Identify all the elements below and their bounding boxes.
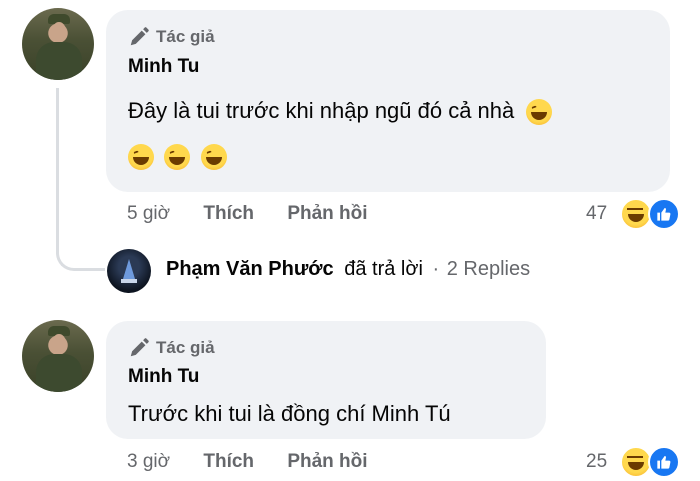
comment-text: Đây là tui trước khi nhập ngũ đó cả nhà [128, 98, 553, 126]
comment-actions: 5 giờ Thích Phản hồi [127, 203, 368, 225]
comment-author-name[interactable]: Minh Tu [128, 366, 199, 388]
laughing-tears-emoji-icon [526, 99, 553, 126]
replier-avatar[interactable] [107, 249, 151, 293]
reply-summary[interactable]: Phạm Văn Phước đã trả lời · 2 Replies [166, 258, 530, 281]
reply-separator: · [432, 258, 440, 280]
reply-button[interactable]: Phản hồi [287, 203, 367, 224]
avatar-body [36, 42, 82, 80]
comment-text: Trước khi tui là đồng chí Minh Tú [128, 401, 451, 426]
comment-bubble: Tác giả Minh Tu Đây là tui trước khi nhậ… [106, 10, 670, 192]
author-badge-label: Tác giả [156, 27, 215, 46]
author-badge: Tác giả [128, 26, 215, 48]
author-badge-label: Tác giả [156, 338, 215, 357]
author-avatar[interactable] [22, 8, 94, 80]
avatar-body [36, 354, 82, 392]
pencil-icon [130, 338, 149, 357]
like-icon [648, 198, 680, 230]
pencil-icon [130, 27, 149, 46]
comment-author-name[interactable]: Minh Tu [128, 56, 199, 78]
replies-count[interactable]: 2 Replies [447, 258, 530, 280]
like-button[interactable]: Thích [203, 203, 254, 224]
comment-bubble: Tác giả Minh Tu Trước khi tui là đồng ch… [106, 321, 546, 439]
comment-emoji-row [128, 144, 227, 170]
laughing-tears-emoji-icon [128, 144, 154, 170]
comment-timestamp[interactable]: 5 giờ [127, 203, 170, 224]
like-icon [648, 446, 680, 478]
reaction-count[interactable]: 25 [586, 451, 607, 473]
comment-timestamp[interactable]: 3 giờ [127, 451, 170, 472]
comment-text-body: Đây là tui trước khi nhập ngũ đó cả nhà [128, 98, 515, 123]
like-button[interactable]: Thích [203, 451, 254, 472]
avatar-face [52, 334, 66, 352]
author-avatar[interactable] [22, 320, 94, 392]
laughing-tears-emoji-icon [164, 144, 191, 170]
laughing-tears-emoji-icon [200, 144, 227, 170]
comment-actions: 3 giờ Thích Phản hồi [127, 451, 368, 473]
reply-thread-line [56, 88, 105, 271]
reply-action: đã trả lời [344, 258, 423, 280]
replier-name[interactable]: Phạm Văn Phước [166, 258, 334, 280]
author-badge: Tác giả [128, 337, 215, 359]
avatar-face [52, 22, 66, 40]
reaction-count[interactable]: 47 [586, 203, 607, 225]
reply-button[interactable]: Phản hồi [287, 451, 367, 472]
stage-light-icon [121, 259, 137, 283]
